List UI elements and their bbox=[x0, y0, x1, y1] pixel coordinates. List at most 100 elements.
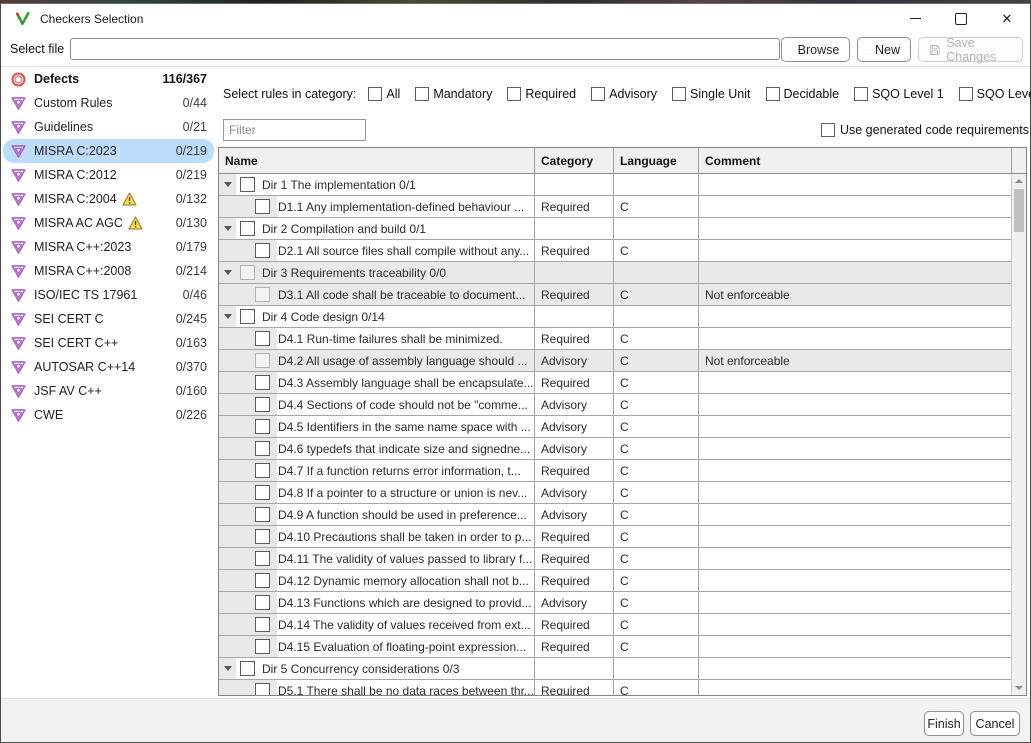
category-option-decidable[interactable]: Decidable bbox=[766, 87, 840, 101]
rule-checkbox[interactable] bbox=[255, 551, 270, 566]
comment-cell[interactable] bbox=[699, 262, 1012, 283]
browse-button[interactable]: Browse bbox=[781, 37, 850, 62]
rule-checkbox[interactable] bbox=[255, 639, 270, 654]
sidebar-item-guidelines[interactable]: Guidelines0/21 bbox=[3, 115, 214, 139]
category-option-all[interactable]: All bbox=[368, 87, 400, 101]
comment-cell[interactable] bbox=[699, 438, 1012, 459]
comment-cell[interactable] bbox=[699, 240, 1012, 261]
sidebar-item-misra-c-2012[interactable]: MISRA C:20120/219 bbox=[3, 163, 214, 187]
expander-icon[interactable] bbox=[224, 226, 232, 231]
use-generated-code-checkbox[interactable] bbox=[821, 123, 835, 137]
comment-cell[interactable] bbox=[699, 658, 1012, 679]
category-checkbox-decidable[interactable] bbox=[766, 87, 780, 101]
column-header-category[interactable]: Category bbox=[535, 148, 614, 173]
comment-cell[interactable] bbox=[699, 196, 1012, 217]
sidebar-item-misra-c-2023[interactable]: MISRA C:20230/219 bbox=[3, 139, 214, 163]
sidebar-item-custom-rules[interactable]: Custom Rules0/44 bbox=[3, 91, 214, 115]
scroll-up-button[interactable] bbox=[1012, 174, 1026, 188]
comment-cell[interactable]: Not enforceable bbox=[699, 350, 1012, 371]
sidebar-item-sei-cert-c[interactable]: SEI CERT C0/245 bbox=[3, 307, 214, 331]
maximize-button[interactable] bbox=[938, 4, 984, 33]
sidebar-item-misra-c-2008[interactable]: MISRA C++:20080/214 bbox=[3, 259, 214, 283]
new-button[interactable]: New bbox=[857, 37, 911, 62]
category-checkbox-single-unit[interactable] bbox=[672, 87, 686, 101]
comment-cell[interactable] bbox=[699, 614, 1012, 635]
category-option-required[interactable]: Required bbox=[507, 87, 576, 101]
rule-checkbox[interactable] bbox=[255, 287, 270, 302]
comment-cell[interactable]: Not enforceable bbox=[699, 284, 1012, 305]
sidebar-item-iso-iec-ts-17961[interactable]: ISO/IEC TS 179610/46 bbox=[3, 283, 214, 307]
comment-cell[interactable] bbox=[699, 174, 1012, 195]
rule-checkbox[interactable] bbox=[255, 353, 270, 368]
group-checkbox[interactable] bbox=[240, 265, 255, 280]
expander-icon[interactable] bbox=[224, 666, 232, 671]
rule-checkbox[interactable] bbox=[255, 419, 270, 434]
comment-cell[interactable] bbox=[699, 636, 1012, 657]
cancel-button[interactable]: Cancel bbox=[970, 711, 1020, 736]
rule-checkbox[interactable] bbox=[255, 529, 270, 544]
rule-checkbox[interactable] bbox=[255, 463, 270, 478]
comment-cell[interactable] bbox=[699, 504, 1012, 525]
minimize-button[interactable] bbox=[892, 4, 938, 33]
comment-cell[interactable] bbox=[699, 460, 1012, 481]
rule-checkbox[interactable] bbox=[255, 243, 270, 258]
comment-cell[interactable] bbox=[699, 394, 1012, 415]
sidebar-item-misra-ac-agc[interactable]: MISRA AC AGC0/130 bbox=[3, 211, 214, 235]
finish-button[interactable]: Finish bbox=[924, 711, 964, 736]
column-header-language[interactable]: Language bbox=[614, 148, 699, 173]
rule-checkbox[interactable] bbox=[255, 507, 270, 522]
scroll-down-button[interactable] bbox=[1012, 681, 1026, 695]
sidebar-item-sei-cert-c[interactable]: SEI CERT C++0/163 bbox=[3, 331, 214, 355]
category-option-sqo-level-1[interactable]: SQO Level 1 bbox=[854, 87, 944, 101]
rule-checkbox[interactable] bbox=[255, 595, 270, 610]
group-checkbox[interactable] bbox=[240, 177, 255, 192]
comment-cell[interactable] bbox=[699, 416, 1012, 437]
category-checkbox-all[interactable] bbox=[368, 87, 382, 101]
category-checkbox-sqo-level-1[interactable] bbox=[854, 87, 868, 101]
save-changes-button[interactable]: Save Changes bbox=[918, 37, 1023, 62]
comment-cell[interactable] bbox=[699, 526, 1012, 547]
close-button[interactable]: ✕ bbox=[984, 4, 1030, 33]
category-checkbox-required[interactable] bbox=[507, 87, 521, 101]
sidebar-item-jsf-av-c[interactable]: JSF AV C++0/160 bbox=[3, 379, 214, 403]
sidebar-item-defects[interactable]: Defects116/367 bbox=[3, 67, 214, 91]
rule-checkbox[interactable] bbox=[255, 441, 270, 456]
category-checkbox-sqo-level-2[interactable] bbox=[959, 87, 973, 101]
vertical-scrollbar[interactable] bbox=[1011, 174, 1026, 695]
comment-cell[interactable] bbox=[699, 328, 1012, 349]
group-checkbox[interactable] bbox=[240, 221, 255, 236]
group-checkbox[interactable] bbox=[240, 661, 255, 676]
rule-checkbox[interactable] bbox=[255, 375, 270, 390]
category-checkbox-advisory[interactable] bbox=[591, 87, 605, 101]
comment-cell[interactable] bbox=[699, 592, 1012, 613]
rule-checkbox[interactable] bbox=[255, 397, 270, 412]
category-option-single-unit[interactable]: Single Unit bbox=[672, 87, 750, 101]
rule-checkbox[interactable] bbox=[255, 199, 270, 214]
comment-cell[interactable] bbox=[699, 680, 1012, 695]
sidebar-item-misra-c-2004[interactable]: MISRA C:20040/132 bbox=[3, 187, 214, 211]
sidebar-item-autosar-c-14[interactable]: AUTOSAR C++140/370 bbox=[3, 355, 214, 379]
sidebar-item-misra-c-2023[interactable]: MISRA C++:20230/179 bbox=[3, 235, 214, 259]
expander-icon[interactable] bbox=[224, 182, 232, 187]
comment-cell[interactable] bbox=[699, 218, 1012, 239]
category-option-advisory[interactable]: Advisory bbox=[591, 87, 657, 101]
group-checkbox[interactable] bbox=[240, 309, 255, 324]
scrollbar-thumb[interactable] bbox=[1014, 189, 1024, 232]
comment-cell[interactable] bbox=[699, 570, 1012, 591]
expander-icon[interactable] bbox=[224, 270, 232, 275]
column-header-name[interactable]: Name bbox=[219, 148, 535, 173]
sidebar-item-cwe[interactable]: CWE0/226 bbox=[3, 403, 214, 427]
comment-cell[interactable] bbox=[699, 306, 1012, 327]
rule-checkbox[interactable] bbox=[255, 683, 270, 695]
category-option-sqo-level-2[interactable]: SQO Level 2 bbox=[959, 87, 1031, 101]
rule-checkbox[interactable] bbox=[255, 485, 270, 500]
category-checkbox-mandatory[interactable] bbox=[415, 87, 429, 101]
comment-cell[interactable] bbox=[699, 482, 1012, 503]
use-generated-code-option[interactable]: Use generated code requirements bbox=[821, 123, 1029, 137]
rule-checkbox[interactable] bbox=[255, 331, 270, 346]
expander-icon[interactable] bbox=[224, 314, 232, 319]
rule-checkbox[interactable] bbox=[255, 617, 270, 632]
rule-checkbox[interactable] bbox=[255, 573, 270, 588]
comment-cell[interactable] bbox=[699, 372, 1012, 393]
select-file-input[interactable] bbox=[70, 38, 780, 60]
